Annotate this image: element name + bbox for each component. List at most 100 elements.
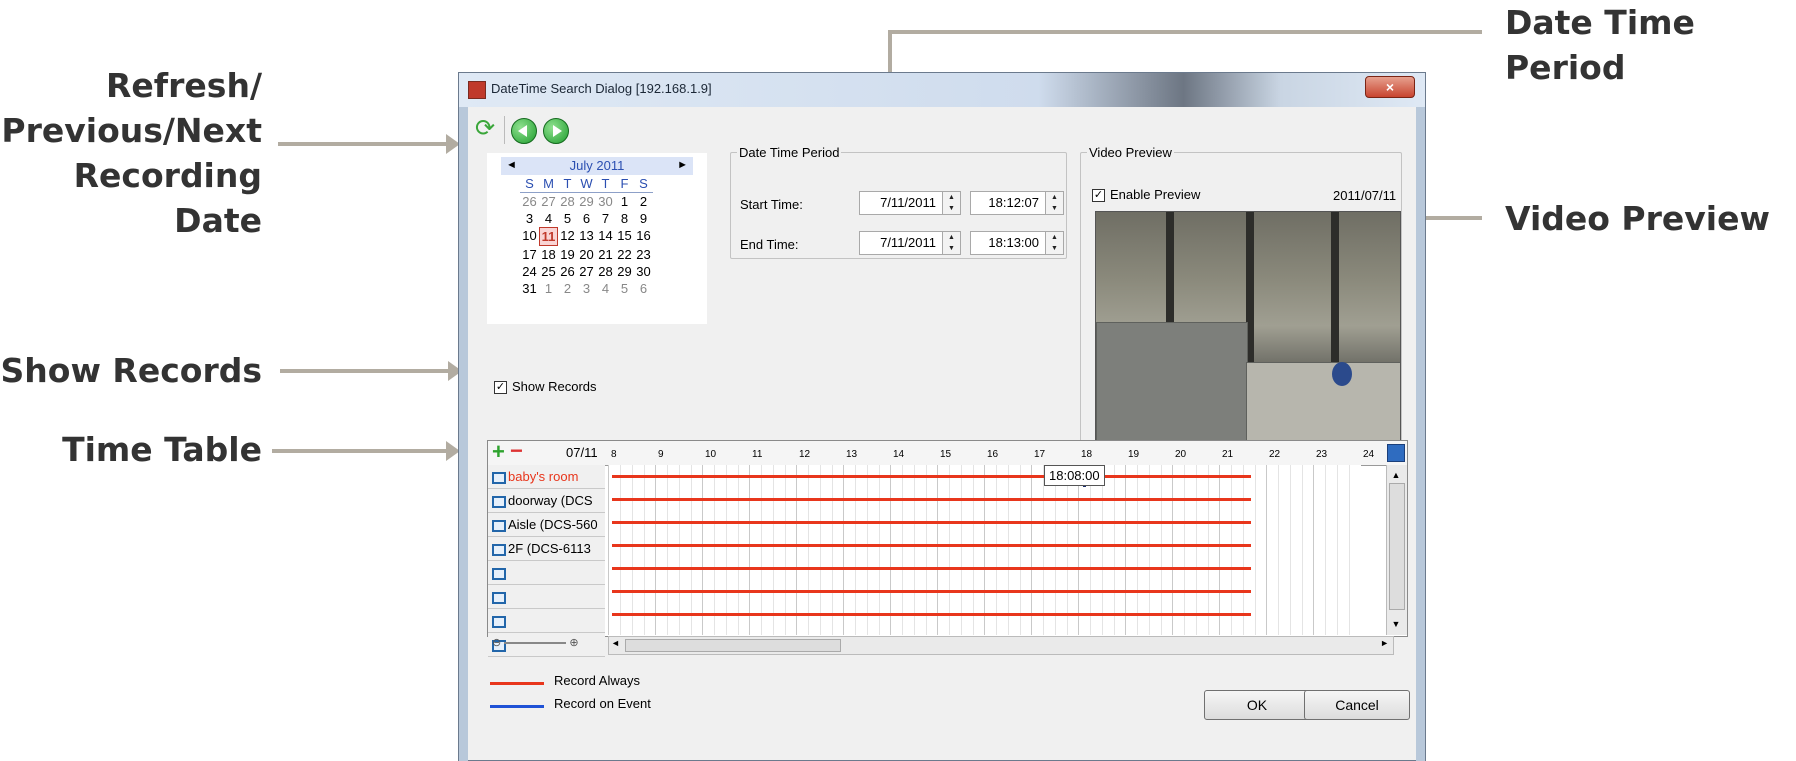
camera-channel-icon [492,591,506,604]
calendar-weekday: F [615,175,634,193]
hour-label: 17 [1034,449,1046,460]
zoom-out-rows-button[interactable]: − [510,438,523,464]
end-time-field[interactable]: 18:13:00 [970,231,1046,255]
calendar-day[interactable]: 7 [596,210,615,227]
record-always-bar [612,544,1252,547]
calendar-day[interactable]: 1 [539,280,558,297]
zoom-in-rows-button[interactable]: + [492,439,505,465]
calendar-day[interactable]: 2 [634,193,653,210]
calendar-day[interactable]: 6 [577,210,596,227]
video-preview-legend: Video Preview [1089,145,1172,160]
channel-row[interactable]: doorway (DCS [488,489,605,513]
calendar-day[interactable]: 10 [520,227,539,244]
calendar-day[interactable]: 28 [558,193,577,210]
calendar-next-month-button[interactable]: ► [677,159,688,171]
calendar-day[interactable]: 2 [558,280,577,297]
calendar-day[interactable]: 25 [539,263,558,280]
hour-label: 8 [611,449,617,460]
start-date-field[interactable]: 7/11/2011 [859,191,943,215]
hour-column [608,465,656,635]
calendar-day[interactable]: 29 [615,263,634,280]
calendar-day[interactable]: 12 [558,227,577,244]
previous-date-button[interactable] [511,118,537,144]
next-date-button[interactable] [543,118,569,144]
calendar-day[interactable]: 19 [558,246,577,263]
calendar-day[interactable]: 23 [634,246,653,263]
calendar-day[interactable]: 15 [615,227,634,244]
time-table-date: 07/11 [566,445,598,460]
calendar-weekday: T [558,175,577,193]
calendar-day[interactable]: 1 [615,193,634,210]
calendar-grid: S M T W T F S 26 27 28 29 30 1 2 3 4 5 6 7 8 9 10 11 12 13 14 15 16… [520,175,653,297]
record-always-label: Record Always [554,673,640,688]
zoom-out-icon: ⊖ [492,637,502,649]
calendar-day[interactable]: 31 [520,280,539,297]
calendar-day[interactable]: 30 [596,193,615,210]
calendar-day[interactable]: 4 [539,210,558,227]
calendar-day[interactable]: 18 [539,246,558,263]
calendar-day[interactable]: 5 [558,210,577,227]
channel-row[interactable] [488,561,605,585]
calendar-day[interactable]: 24 [520,263,539,280]
calendar-day[interactable]: 9 [634,210,653,227]
calendar-day[interactable]: 27 [577,263,596,280]
end-date-spinner[interactable]: ▲ ▼ [942,231,961,255]
title-bar[interactable]: DateTime Search Dialog [192.168.1.9] × [459,73,1425,108]
hour-column [1125,465,1173,635]
calendar-day[interactable]: 6 [634,280,653,297]
ok-button[interactable]: OK [1204,690,1310,720]
calendar-day[interactable]: 22 [615,246,634,263]
enable-preview-checkbox[interactable]: ✓ [1092,189,1105,202]
channel-row[interactable]: baby's room [488,465,605,489]
calendar-day[interactable]: 21 [596,246,615,263]
calendar-day[interactable]: 4 [596,280,615,297]
start-date-spinner[interactable]: ▲ ▼ [942,191,961,215]
show-records-checkbox[interactable]: ✓ [494,381,507,394]
channel-row[interactable] [488,609,605,633]
refresh-button[interactable]: ⟳ [473,117,497,141]
calendar-day[interactable]: 27 [539,193,558,210]
record-always-bar [612,567,1252,570]
end-time-spinner[interactable]: ▲ ▼ [1045,231,1064,255]
arrow-right-icon [553,125,562,137]
calendar-day[interactable]: 11 [539,227,558,246]
hour-label: 21 [1222,449,1234,460]
start-time-field[interactable]: 18:12:07 [970,191,1046,215]
calendar-day[interactable]: 8 [615,210,634,227]
timeline-zoom-slider[interactable]: ⊖ ⊕ [492,636,602,652]
calendar-day[interactable]: 14 [596,227,615,244]
calendar-day[interactable]: 29 [577,193,596,210]
channel-row[interactable] [488,585,605,609]
timeline-horizontal-scrollbar[interactable]: ◄ ► [608,636,1394,655]
calendar-day[interactable]: 26 [558,263,577,280]
calendar-day[interactable]: 3 [520,210,539,227]
calendar-day[interactable]: 16 [634,227,653,244]
timeline-vertical-scrollbar[interactable]: ▲ ▼ [1386,465,1407,635]
record-always-bar [612,475,1252,478]
calendar-day[interactable]: 28 [596,263,615,280]
hour-label: 23 [1316,449,1328,460]
calendar-view-icon[interactable] [1387,444,1405,462]
end-date-field[interactable]: 7/11/2011 [859,231,943,255]
timeline-grid[interactable] [608,465,1392,635]
calendar-day[interactable]: 13 [577,227,596,244]
calendar-day[interactable]: 17 [520,246,539,263]
calendar-day[interactable]: 3 [577,280,596,297]
start-time-spinner[interactable]: ▲ ▼ [1045,191,1064,215]
calendar-day[interactable]: 20 [577,246,596,263]
video-preview-image [1095,211,1401,441]
enable-preview-label: Enable Preview [1110,187,1201,202]
camera-channel-icon [492,519,506,532]
calendar-day[interactable]: 5 [615,280,634,297]
calendar-header: ◄ July 2011 ► [501,157,693,175]
close-button[interactable]: × [1365,76,1415,98]
callout-show-records: Show Records [0,351,262,390]
hour-label: 16 [987,449,999,460]
calendar-day[interactable]: 26 [520,193,539,210]
calendar-day[interactable]: 30 [634,263,653,280]
channel-row[interactable]: 2F (DCS-6113 [488,537,605,561]
hour-label: 15 [940,449,952,460]
channel-row[interactable]: Aisle (DCS-560 [488,513,605,537]
channel-name: doorway (DCS [508,493,593,508]
cancel-button[interactable]: Cancel [1304,690,1410,720]
